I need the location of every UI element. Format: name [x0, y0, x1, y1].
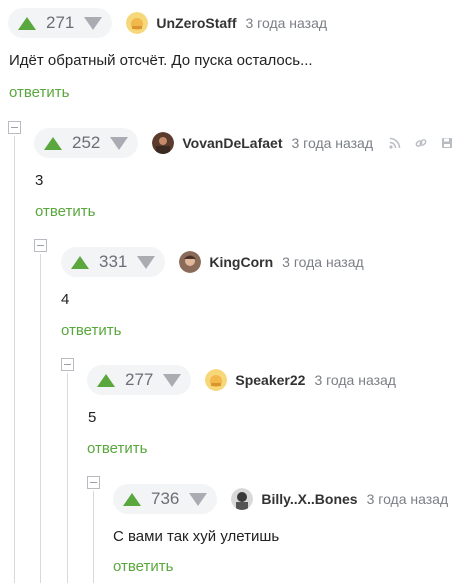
- reply-link[interactable]: ответить: [113, 558, 173, 575]
- link-icon[interactable]: [415, 137, 427, 149]
- comment-text: 3: [35, 172, 44, 189]
- avatar[interactable]: [126, 12, 149, 34]
- rating-widget: 271: [8, 8, 113, 38]
- username-link[interactable]: Billy..X..Bones: [261, 491, 357, 507]
- collapse-toggle-3[interactable]: [61, 358, 74, 371]
- reply-link[interactable]: ответить: [9, 84, 69, 101]
- reply-link[interactable]: ответить: [87, 440, 147, 457]
- timestamp: 3 года назад: [282, 254, 364, 270]
- username-link[interactable]: Speaker22: [235, 372, 305, 388]
- rating-score: 736: [151, 489, 180, 508]
- arrow-down-icon[interactable]: [84, 16, 103, 30]
- arrow-up-icon[interactable]: [97, 373, 115, 387]
- rating-score: 331: [99, 252, 128, 271]
- thread-branch-line-3[interactable]: [67, 373, 68, 583]
- collapse-toggle-2[interactable]: [34, 239, 47, 252]
- rating-widget: 331: [61, 247, 166, 277]
- reply-link[interactable]: ответить: [61, 322, 121, 339]
- comment-header: 736 Billy..X..Bones 3 года назад: [113, 484, 448, 514]
- rating-score: 277: [125, 370, 154, 389]
- arrow-down-icon[interactable]: [110, 136, 129, 150]
- arrow-down-icon[interactable]: [189, 492, 208, 506]
- username-link[interactable]: KingCorn: [209, 254, 273, 270]
- timestamp: 3 года назад: [291, 135, 374, 151]
- thread-branch-line-2[interactable]: [40, 254, 41, 583]
- comment-text: С вами так хуй улетишь: [113, 528, 280, 545]
- username-link[interactable]: VovanDeLafaet: [182, 135, 282, 151]
- collapse-toggle-4[interactable]: [87, 476, 100, 489]
- rating-widget: 277: [87, 365, 192, 395]
- timestamp: 3 года назад: [245, 15, 328, 31]
- comment-header: 277 Speaker22 3 года назад: [87, 365, 396, 395]
- arrow-down-icon[interactable]: [163, 373, 182, 387]
- collapse-toggle-1[interactable]: [8, 121, 21, 134]
- avatar[interactable]: [152, 132, 175, 154]
- username-link[interactable]: UnZeroStaff: [156, 15, 236, 31]
- timestamp: 3 года назад: [366, 491, 449, 507]
- avatar[interactable]: [231, 488, 254, 510]
- comment-text: 4: [61, 291, 70, 308]
- avatar[interactable]: [179, 251, 202, 273]
- comment-header: 331 KingCorn 3 года назад: [61, 247, 364, 277]
- save-icon[interactable]: [441, 137, 453, 149]
- timestamp: 3 года назад: [314, 372, 396, 388]
- arrow-up-icon[interactable]: [71, 255, 89, 269]
- reply-link[interactable]: ответить: [35, 203, 95, 220]
- arrow-down-icon[interactable]: [137, 255, 156, 269]
- comment-text: Идёт обратный отсчёт. До пуска осталось.…: [9, 52, 313, 69]
- arrow-up-icon[interactable]: [44, 136, 62, 150]
- arrow-up-icon[interactable]: [123, 492, 141, 506]
- rating-widget: 736: [113, 484, 218, 514]
- arrow-up-icon[interactable]: [18, 16, 36, 30]
- comment-tools: [389, 137, 453, 149]
- comment-header: 252 VovanDeLafaet 3 года назад: [34, 128, 453, 158]
- comment-text: 5: [88, 409, 97, 426]
- thread-branch-line-4[interactable]: [93, 491, 94, 583]
- rating-score: 271: [46, 13, 75, 32]
- thread-branch-line-1[interactable]: [14, 136, 15, 583]
- comment-header: 271 UnZeroStaff 3 года назад: [8, 8, 327, 38]
- rating-score: 252: [72, 133, 101, 152]
- rating-widget: 252: [34, 128, 139, 158]
- avatar[interactable]: [205, 369, 228, 391]
- rss-icon[interactable]: [389, 137, 401, 149]
